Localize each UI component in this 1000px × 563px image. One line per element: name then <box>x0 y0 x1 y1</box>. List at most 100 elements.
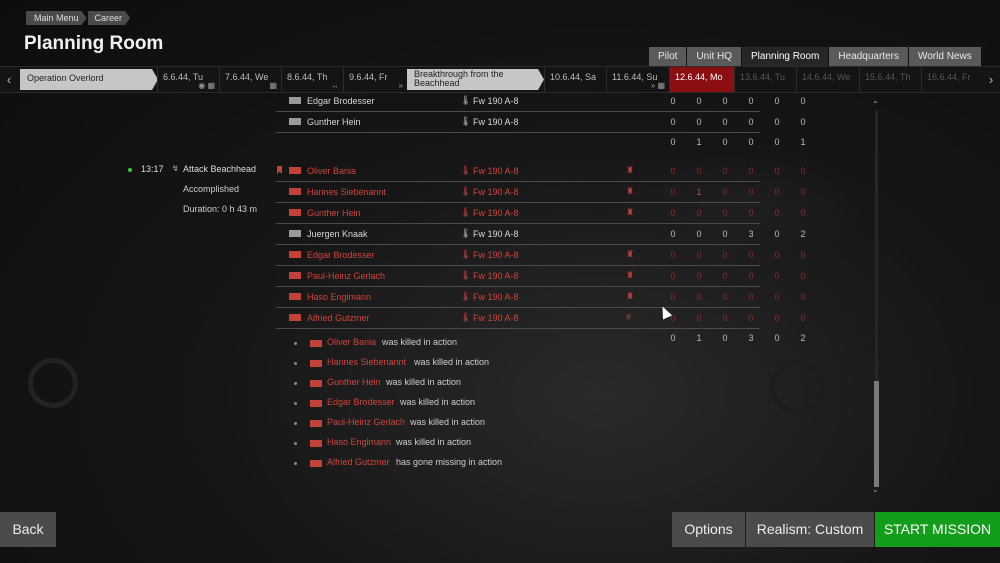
thermometer-icon: 🌡 <box>460 165 472 175</box>
timeline-day[interactable]: 10.6.44, Sa <box>544 67 606 92</box>
pilot-name[interactable]: Edgar Brodesser <box>307 250 375 260</box>
start-mission-button[interactable]: START MISSION <box>875 512 1000 547</box>
event-pilot[interactable]: Alfried Gutzmer <box>327 457 390 467</box>
timeline-day[interactable]: 14.6.44, We <box>796 67 859 92</box>
scrollbar[interactable]: ⌃ ⌄ <box>872 100 881 498</box>
stat-value: 0 <box>722 313 728 323</box>
stat-value: 0 <box>670 229 676 239</box>
tab-world-news[interactable]: World News <box>908 47 981 66</box>
day-date: .6.44, Mo <box>685 72 723 82</box>
chevron-up-icon[interactable]: ⌃ <box>872 100 879 109</box>
stat-value: 0 <box>696 292 702 302</box>
timeline-day[interactable]: 9.6.44, Fr» <box>343 67 407 92</box>
event-pilot[interactable]: Edgar Brodesser <box>327 397 395 407</box>
tab-unit-hq[interactable]: Unit HQ <box>687 47 742 66</box>
timeline-day-current[interactable]: 12.6.44, Mo <box>669 67 734 92</box>
day-number: 13 <box>740 72 751 82</box>
day-status-icons: » <box>398 81 403 90</box>
day-number: 11 <box>612 72 622 82</box>
flag-icon <box>289 167 301 174</box>
tab-headquarters[interactable]: Headquarters <box>829 47 908 66</box>
event-text: was killed in action <box>396 437 472 447</box>
pilot-name[interactable]: Paul-Heinz Gerlach <box>307 271 385 281</box>
tab-pilot[interactable]: Pilot <box>649 47 687 66</box>
total-value: 0 <box>670 333 676 343</box>
stat-value: 0 <box>670 117 676 127</box>
stat-value: 0 <box>722 208 728 218</box>
flag-icon <box>310 340 322 347</box>
breadcrumb-career[interactable]: Career <box>88 11 131 25</box>
event-text: was killed in action <box>386 377 462 387</box>
total-value: 2 <box>800 333 806 343</box>
day-number: 12 <box>675 72 686 82</box>
timeline-day[interactable]: 6.6.44, Tu ◉ ▦ <box>157 67 219 92</box>
stat-value: 0 <box>800 166 806 176</box>
event-pilot[interactable]: Oliver Bania <box>327 337 376 347</box>
day-date: .6.44, Fr <box>354 72 388 82</box>
timeline-day[interactable]: 13.6.44, Tu <box>734 67 796 92</box>
stat-value: 0 <box>696 313 702 323</box>
table-row: Edgar Brodesser 🌡 Fw 190 A-8 0 0 0 0 0 0 <box>276 92 806 112</box>
timeline-day[interactable]: 15.6.44, Th <box>859 67 921 92</box>
back-button[interactable]: Back <box>0 512 56 547</box>
timeline-operation[interactable]: Breakthrough from the Beachhead <box>407 69 544 90</box>
event-pilot[interactable]: Paul-Heinz Gerlach <box>327 417 405 427</box>
stat-value: 2 <box>800 229 806 239</box>
stat-value: 0 <box>800 292 806 302</box>
timeline-day[interactable]: 7.6.44, We ▦ <box>219 67 281 92</box>
page-title: Planning Room <box>24 33 164 54</box>
scrollbar-thumb[interactable] <box>874 381 879 487</box>
timeline-day[interactable]: 11.6.44, Su» ▦ <box>606 67 669 92</box>
thermometer-icon: 🌡 <box>460 270 472 280</box>
stat-value: 0 <box>670 271 676 281</box>
total-value: 0 <box>748 137 754 147</box>
pilot-name[interactable]: Gunther Hein <box>307 208 361 218</box>
pilot-name[interactable]: Oliver Bania <box>307 166 356 176</box>
event-text: was killed in action <box>410 417 486 427</box>
chevron-right-icon[interactable]: › <box>982 67 1000 92</box>
event-pilot[interactable]: Hannes Siebenannt <box>327 357 406 367</box>
background-wheel <box>28 358 78 408</box>
timeline-operation[interactable]: Operation Overlord <box>20 69 158 90</box>
flag-icon <box>289 118 301 125</box>
pilot-name[interactable]: Haso Englmann <box>307 292 371 302</box>
breadcrumb-main-menu[interactable]: Main Menu <box>26 11 87 25</box>
pilot-name[interactable]: Edgar Brodesser <box>307 96 375 106</box>
pilot-name[interactable]: Alfried Gutzmer <box>307 313 370 323</box>
total-value: 0 <box>774 333 780 343</box>
event-pilot[interactable]: Gunther Hein <box>327 377 381 387</box>
stat-value: 0 <box>696 229 702 239</box>
table-row: Gunther Hein 🌡 Fw 190 A-8 0 0 0 0 0 0 <box>276 112 806 133</box>
stat-value: 0 <box>800 313 806 323</box>
total-value: 0 <box>722 137 728 147</box>
pilot-name[interactable]: Gunther Hein <box>307 117 361 127</box>
pilot-name[interactable]: Juergen Knaak <box>307 229 368 239</box>
options-button[interactable]: Options <box>672 512 745 547</box>
event-pilot[interactable]: Haso Englmann <box>327 437 391 447</box>
stat-value: 0 <box>748 292 754 302</box>
thermometer-icon: 🌡 <box>460 207 472 217</box>
flag-icon <box>310 380 322 387</box>
chevron-down-icon[interactable]: ⌄ <box>872 485 879 494</box>
chevron-left-icon[interactable]: ‹ <box>0 67 18 92</box>
mission-log-panel[interactable]: Edgar Brodesser 🌡 Fw 190 A-8 0 0 0 0 0 0… <box>120 92 880 485</box>
tab-planning-room[interactable]: Planning Room <box>742 47 829 66</box>
pilot-name[interactable]: Hannes Siebenannt <box>307 187 386 197</box>
timeline-day[interactable]: 8.6.44, Th ↔ <box>281 67 343 92</box>
day-number: 16 <box>927 72 938 82</box>
stat-value: 0 <box>696 117 702 127</box>
flag-icon <box>289 272 301 279</box>
realism-button[interactable]: Realism: Custom <box>746 512 874 547</box>
flag-icon <box>310 360 322 367</box>
table-row: Paul-Heinz Gerlach 🌡 Fw 190 A-8 ♜ 0 0 0 … <box>276 266 806 287</box>
bullet-icon <box>294 342 297 345</box>
timeline-day[interactable]: 16.6.44, Fr <box>921 67 982 92</box>
table-row: Hannes Siebenannt 🌡 Fw 190 A-8 ♜ 0 1 0 0… <box>276 182 806 203</box>
flag-icon <box>289 230 301 237</box>
day-number: 10 <box>550 72 561 82</box>
player-marker-icon <box>277 166 282 174</box>
table-row: Oliver Bania 🌡 Fw 190 A-8 ♜ 0 0 0 0 0 0 <box>276 161 806 182</box>
stat-value: 0 <box>696 250 702 260</box>
bullet-icon <box>294 382 297 385</box>
stat-value: 0 <box>800 187 806 197</box>
